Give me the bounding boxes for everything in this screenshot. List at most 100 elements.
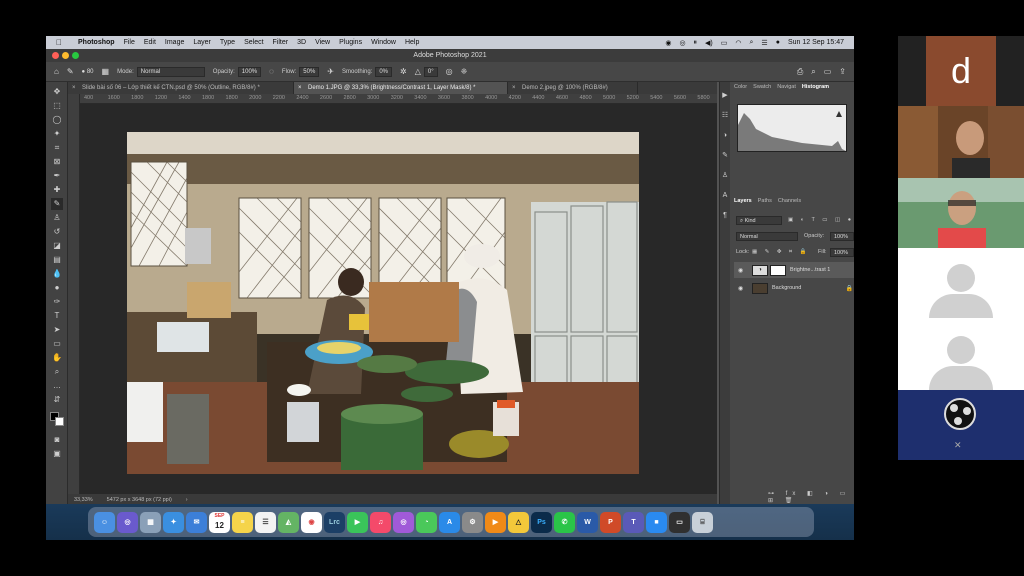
home-icon[interactable]: ⌂ (54, 67, 59, 76)
participant-video-2[interactable] (898, 178, 1024, 248)
blur-tool-icon[interactable]: 💧 (51, 268, 63, 280)
menu-edit[interactable]: Edit (144, 39, 156, 46)
visibility-eye-icon[interactable]: ◉ (738, 267, 746, 274)
facetime-icon[interactable]: ▶ (347, 511, 368, 533)
wifi-icon[interactable]: ◠ (735, 39, 741, 47)
mode-select[interactable]: Normal (136, 66, 205, 77)
participant-tile-d[interactable]: d (898, 36, 1024, 106)
menu-view[interactable]: View (315, 39, 330, 46)
more-tools-icon[interactable]: … (51, 380, 63, 392)
whatsapp-icon[interactable]: ✆ (554, 511, 575, 533)
warning-triangle-icon[interactable] (836, 111, 842, 117)
frame-tool-icon[interactable]: ⊠ (51, 156, 63, 168)
export-icon[interactable]: ⇪ (839, 67, 846, 77)
music-icon[interactable]: ♫ (370, 511, 391, 533)
maps-icon[interactable]: ◭ (278, 511, 299, 533)
opacity-field[interactable]: 100% (237, 66, 262, 77)
healing-tool-icon[interactable]: ✚ (51, 184, 63, 196)
eraser-tool-icon[interactable]: ◪ (51, 240, 63, 252)
marquee-tool-icon[interactable]: ⬚ (51, 100, 63, 112)
airbrush-icon[interactable]: ✈ (327, 67, 334, 76)
system-settings-icon[interactable]: ⚙ (462, 511, 483, 533)
tab-paths[interactable]: Paths (758, 198, 772, 209)
pressure-opacity-icon[interactable]: ◌ (269, 67, 274, 76)
smoothing-settings-icon[interactable]: ✲ (400, 67, 407, 76)
pressure-size-icon[interactable]: ◎ (446, 67, 453, 76)
document-image[interactable] (127, 132, 639, 474)
menu-app[interactable]: Photoshop (78, 39, 115, 46)
battery-icon[interactable]: ▭ (721, 39, 728, 47)
dodge-tool-icon[interactable]: ● (51, 282, 63, 294)
menu-help[interactable]: Help (405, 39, 419, 46)
path-select-tool-icon[interactable]: ➤ (51, 324, 63, 336)
edit-toolbar-icon[interactable]: ⇵ (51, 394, 63, 406)
participant-tile-obs[interactable]: ✕ (898, 390, 1024, 460)
siri-icon[interactable]: ● (776, 39, 780, 46)
zoom-app-icon[interactable]: ■ (646, 511, 667, 533)
word-icon[interactable]: W (577, 511, 598, 533)
status-menu-arrow[interactable]: › (186, 497, 188, 503)
layer-opacity-field[interactable]: 100% (830, 232, 854, 241)
symmetry-icon[interactable]: ❈ (461, 67, 468, 76)
tab-color[interactable]: Color (734, 84, 747, 95)
menubar-clock[interactable]: Sun 12 Sep 15:47 (788, 39, 844, 46)
angle-field[interactable]: 0° (423, 66, 438, 77)
workspace-icon[interactable]: ▭ (824, 67, 832, 77)
move-tool-icon[interactable]: ✥ (51, 86, 63, 98)
volume-icon[interactable]: ◀) (705, 39, 713, 47)
menu-plugins[interactable]: Plugins (339, 39, 362, 46)
control-center-icon[interactable]: ☰ (761, 39, 767, 47)
share-icon[interactable]: ⎙ (797, 67, 803, 77)
powerpoint-icon[interactable]: P (600, 511, 621, 533)
menu-select[interactable]: Select (244, 39, 263, 46)
eyedropper-tool-icon[interactable]: ✒ (51, 170, 63, 182)
vectorize-icon[interactable]: △ (508, 511, 529, 533)
character-panel-icon[interactable]: A (719, 190, 731, 202)
stamp-tool-icon[interactable]: ♙ (51, 212, 63, 224)
screenshot-icon[interactable]: ▭ (669, 511, 690, 533)
layers-footer-icons[interactable]: ⊶ fx ◧ ◑ ▭ ⊞ 🗑 (768, 490, 854, 504)
close-window-button[interactable] (52, 52, 59, 59)
participant-tile-placeholder-2[interactable] (898, 320, 1024, 390)
blend-mode-select[interactable]: Normal (736, 232, 798, 241)
mic-muted-icon[interactable]: ✕ (954, 440, 962, 451)
layer-row-brightness-contrast[interactable]: ◉ ◑ Brightne...trast 1 (734, 262, 854, 278)
quick-select-tool-icon[interactable]: ✦ (51, 128, 63, 140)
menu-filter[interactable]: Filter (273, 39, 289, 46)
visibility-eye-icon[interactable]: ◉ (738, 285, 746, 292)
gradient-tool-icon[interactable]: ▤ (51, 254, 63, 266)
notes-icon[interactable]: ≡ (232, 511, 253, 533)
mail-icon[interactable]: ✉ (186, 511, 207, 533)
menu-3d[interactable]: 3D (297, 39, 306, 46)
tab-swatches[interactable]: Swatch (753, 84, 771, 95)
tab-demo-2[interactable]: × Demo 2.jpeg @ 100% (RGB/8#) (508, 82, 638, 94)
brush-size[interactable]: ● 80 (82, 69, 94, 75)
menu-image[interactable]: Image (165, 39, 184, 46)
tab-navigator[interactable]: Navigat (777, 84, 796, 95)
finder-icon[interactable]: ☺ (94, 511, 115, 533)
menu-layer[interactable]: Layer (193, 39, 211, 46)
search-icon[interactable]: ⌕ (811, 67, 815, 77)
flow-field[interactable]: 50% (299, 66, 320, 77)
paragraph-panel-icon[interactable]: ¶ (719, 210, 731, 222)
minimize-window-button[interactable] (62, 52, 69, 59)
lasso-tool-icon[interactable]: ◯ (51, 114, 63, 126)
adjustments-panel-icon[interactable]: ◑ (719, 130, 731, 142)
brush-panel-icon[interactable]: ✎ (719, 150, 731, 162)
brush-tool-icon[interactable]: ✎ (51, 198, 63, 210)
close-tab-icon[interactable]: × (512, 82, 516, 94)
zoom-window-button[interactable] (72, 52, 79, 59)
podcasts-icon[interactable]: ◎ (393, 511, 414, 533)
messages-icon[interactable]: ◔ (416, 511, 437, 533)
pause-icon[interactable]: ⏸ (694, 39, 698, 47)
hand-tool-icon[interactable]: ✋ (51, 352, 63, 364)
tab-slide-bai-so-06[interactable]: × Slide bài số 06 – Lớp thiết kế CTN.psd… (68, 82, 294, 94)
angle-icon[interactable]: △ (415, 67, 421, 76)
reminders-icon[interactable]: ☰ (255, 511, 276, 533)
record-icon[interactable]: ◎ (679, 39, 685, 47)
creative-cloud-icon[interactable]: ◉ (665, 39, 671, 47)
lock-icons[interactable]: ▦ ✎ ✥ ⌗ 🔒 (752, 249, 809, 256)
calendar-icon[interactable]: SEP 12 (209, 511, 230, 533)
pen-tool-icon[interactable]: ✑ (51, 296, 63, 308)
teams-icon[interactable]: T (623, 511, 644, 533)
